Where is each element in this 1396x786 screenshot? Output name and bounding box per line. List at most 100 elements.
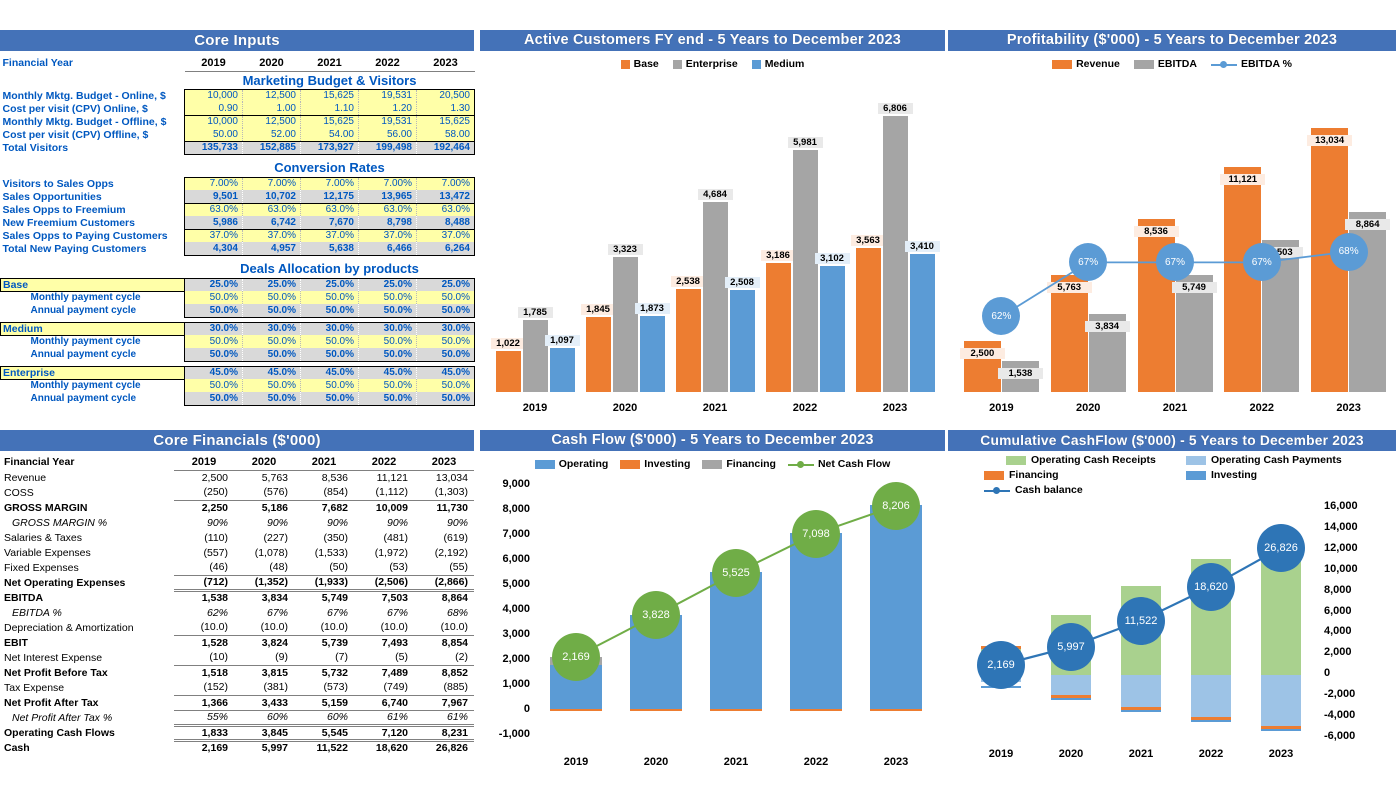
x-axis-label-2021: 2021 xyxy=(1128,748,1154,760)
cell-mkt-3-2: 54.00 xyxy=(300,128,359,142)
cell-revenue-2020: 5,763 xyxy=(261,471,288,484)
cell-net-profit-after-tax-2021: 5,159 xyxy=(294,694,354,710)
legend-swatch-op-cash-payments xyxy=(1186,455,1206,465)
cell-conv-0-4: 7.00% xyxy=(416,176,475,190)
legend-swatch-investing xyxy=(620,459,641,469)
cell-ebitda-2020: 67% xyxy=(266,606,288,619)
cell-revenue-2019: 2,500 xyxy=(201,471,228,484)
cell-mkt-1-4: 1.30 xyxy=(416,102,475,116)
cell-net-profit-before-tax-2023: 8,852 xyxy=(414,664,474,680)
year-header-2019: 2019 xyxy=(184,55,243,72)
cell-operating-cash-flows-2019: 1,833 xyxy=(174,723,234,740)
row-label-operating-cash-flows: Operating Cash Flows xyxy=(4,726,115,739)
cell-mkt-2-1: 12,500 xyxy=(242,114,301,128)
core-financials-title: Core Financials ($'000) xyxy=(0,430,474,451)
y-axis-label-4: 5,000 xyxy=(502,578,530,590)
bar-base-2023 xyxy=(855,247,881,392)
cell-conv-5-2: 5,638 xyxy=(300,242,359,256)
cell-prod1-1-0: 50.0% xyxy=(184,335,243,348)
core-inputs-title: Core Inputs xyxy=(0,30,474,51)
table-row: Base 25.0% 25.0% 25.0% 25.0% 25.0% xyxy=(0,277,475,292)
x-axis-label-2022: 2022 xyxy=(792,402,818,414)
cell-prod0-1-0: 50.0% xyxy=(184,291,243,304)
cell-net-profit-before-tax-2020: 3,815 xyxy=(234,664,294,680)
row-label-fixed-expenses: Fixed Expenses xyxy=(4,561,79,574)
row-label-coss: COSS xyxy=(4,486,34,499)
cell-revenue-2022: 11,121 xyxy=(376,471,408,484)
product-name-enterprise: Enterprise xyxy=(0,365,185,380)
cell-mkt-4-0: 135,733 xyxy=(184,140,243,155)
cell-conv-5-4: 6,264 xyxy=(416,242,475,256)
row-label-cash: Cash xyxy=(4,741,30,754)
table-row: Salaries & Taxes (110) (227) (350) (481) (619… xyxy=(0,530,474,545)
cell-prod1-0-0: 30.0% xyxy=(184,321,243,335)
cell-net-profit-after-tax-2020: 3,433 xyxy=(234,694,294,710)
legend-item-operating: Operating xyxy=(534,458,608,470)
profitability-legend: Revenue EBITDA EBITDA % xyxy=(948,58,1396,70)
cell-net-profit-after-tax-2023: 7,967 xyxy=(414,694,474,710)
x-axis-label-2021: 2021 xyxy=(723,756,749,768)
legend-label-investing-cum: Investing xyxy=(1211,469,1258,481)
section-title-deals: Deals Allocation by products xyxy=(240,261,419,277)
core-inputs-panel: Core Inputs Financial Year 2019 2020 2021 20… xyxy=(0,30,475,420)
cell-prod2-1-1: 50.0% xyxy=(242,379,301,392)
cell-net-operating-expenses-2021: (1,933) xyxy=(294,574,354,590)
table-row: Operating Cash Flows 1,833 3,845 5,545 7,120… xyxy=(0,723,474,740)
cell-net-interest-expense-2021: (7) xyxy=(335,651,348,664)
cell-mkt-1-3: 1.20 xyxy=(358,102,417,116)
x-axis-label-2020: 2020 xyxy=(1058,748,1084,760)
y-axis-label-2: 7,000 xyxy=(502,528,530,540)
profitability-plot: 2,500 1,538 5,763 3,834 8,536 5,749 11,121 7,50… xyxy=(958,92,1392,392)
legend-item-op-cash-receipts: Operating Cash Receipts xyxy=(954,454,1186,466)
cell-conv-3-4: 8,488 xyxy=(416,216,475,230)
y-axis-label-10: -1,000 xyxy=(498,728,530,740)
cell-net-operating-expenses-2022: (2,506) xyxy=(354,574,414,590)
cell-net-profit-before-tax-2022: 7,489 xyxy=(354,664,414,680)
table-row: Enterprise 45.0% 45.0% 45.0% 45.0% 45.0% xyxy=(0,365,475,380)
cell-net-profit-after-tax-2022: 61% xyxy=(354,709,414,725)
active-customers-title: Active Customers FY end - 5 Years to Dec… xyxy=(480,30,945,51)
line-bubble-ebitda-pct-2022: 67% xyxy=(1242,243,1281,282)
table-row: Marketing Budget & Visitors xyxy=(1,71,475,89)
legend-swatch-operating xyxy=(534,459,555,469)
cell-prod0-0-0: 25.0% xyxy=(184,277,243,291)
cell-prod2-1-3: 50.0% xyxy=(358,379,417,392)
cell-salaries-taxes-2019: (110) xyxy=(204,531,228,544)
legend-swatch-revenue xyxy=(1052,59,1073,69)
table-row: Monthly Mktg. Budget - Offline, $10,000 1… xyxy=(1,114,475,128)
table-row: Conversion Rates xyxy=(1,159,475,177)
legend-label-financing: Financing xyxy=(726,458,776,470)
cell-prod2-0-3: 45.0% xyxy=(358,365,417,379)
table-row: Net Profit After Tax % 55% 60% 60% 61% 61% xyxy=(0,709,474,725)
bar-label-medium-2023: 3,410 xyxy=(904,240,940,252)
section-title-marketing: Marketing Budget & Visitors xyxy=(242,72,417,88)
legend-item-medium: Medium xyxy=(751,58,804,70)
y-axis-label-7: 2,000 xyxy=(502,653,530,665)
cell-prod0-1-1: 50.0% xyxy=(242,291,301,304)
cell-prod2-1-4: 50.0% xyxy=(416,379,475,392)
legend-item-ebitda-pct: EBITDA % xyxy=(1210,58,1292,70)
bar-label-base-2021: 2,538 xyxy=(670,276,706,288)
x-axis-label-2019: 2019 xyxy=(522,402,548,414)
y-axis-label-7: 2,000 xyxy=(1324,646,1352,659)
cell-mkt-2-0: 10,000 xyxy=(184,114,243,128)
y-axis-label-8: 0 xyxy=(1324,667,1331,680)
table-row: Monthly Mktg. Budget - Online, $ 10,000 12… xyxy=(1,88,475,102)
table-row: Deals Allocation by products xyxy=(1,260,475,278)
cell-mkt-4-1: 152,885 xyxy=(242,140,301,155)
cell-variable-expenses-2020: (1,078) xyxy=(254,546,288,559)
cell-prod0-1-4: 50.0% xyxy=(416,291,475,304)
active-customers-plot: 1,022 1,785 1,097 1,845 3,323 1,873 2,538 4,684… xyxy=(490,92,940,392)
row-label-net-operating-expenses: Net Operating Expenses xyxy=(4,576,126,589)
bar-label-enterprise-2022: 5,981 xyxy=(787,136,823,148)
legend-label-enterprise: Enterprise xyxy=(685,58,738,70)
bar-enterprise-2021 xyxy=(702,202,728,392)
legend-swatch-ebitda xyxy=(1133,59,1154,69)
cell-prod0-0-2: 25.0% xyxy=(300,277,359,291)
cell-tax-expense-2021: (573) xyxy=(323,681,348,694)
bar-medium-2021 xyxy=(729,290,755,392)
legend-label-financing-cum: Financing xyxy=(1009,469,1059,481)
line-bubble-net-cash-flow-2020: 3,828 xyxy=(632,591,680,640)
cell-ebit-2021: 5,739 xyxy=(294,634,354,650)
legend-item-financing-cum: Financing xyxy=(954,469,1186,481)
